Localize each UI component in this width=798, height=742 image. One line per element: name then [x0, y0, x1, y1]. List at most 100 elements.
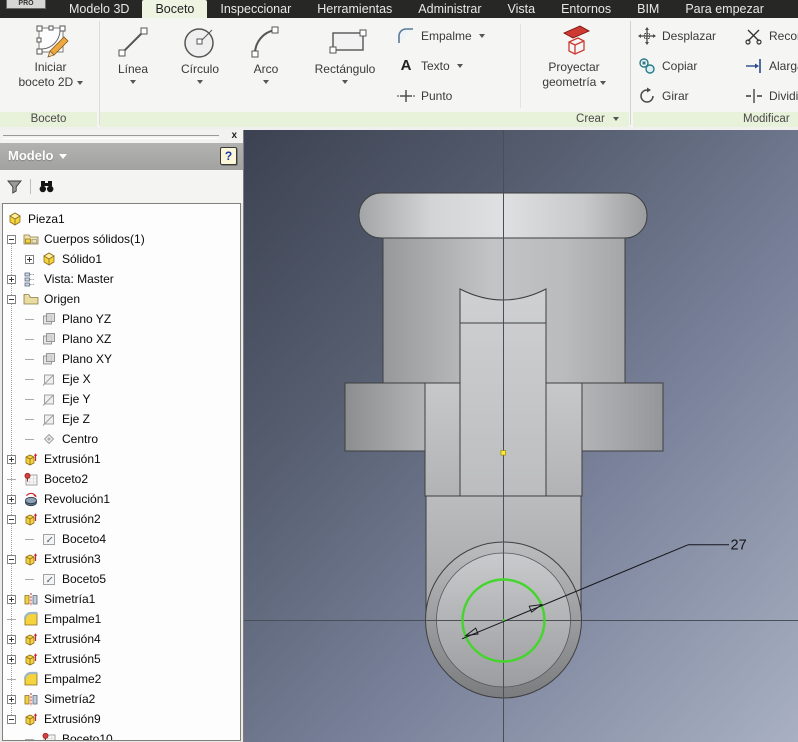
- dropdown-caret-icon[interactable]: [197, 80, 203, 84]
- copy-button[interactable]: Copiar: [637, 52, 697, 80]
- part-right-arm-face[interactable]: [545, 382, 583, 497]
- tree-item[interactable]: Eje Z: [3, 409, 240, 429]
- point-icon: [396, 86, 416, 106]
- tree-item-label: Boceto4: [62, 532, 107, 546]
- collapse-icon[interactable]: [7, 294, 16, 304]
- tree-item[interactable]: Plano XY: [3, 349, 240, 369]
- dimension-text[interactable]: 27: [731, 538, 747, 554]
- tree-item[interactable]: Extrusión3: [3, 549, 240, 569]
- part-left-arm-face[interactable]: [424, 382, 461, 497]
- tree-item[interactable]: Plano XZ: [3, 329, 240, 349]
- tree-item[interactable]: Empalme2: [3, 669, 240, 689]
- start-2d-sketch-button[interactable]: Iniciar boceto 2D: [4, 20, 97, 110]
- tree-item[interactable]: Boceto2: [3, 469, 240, 489]
- start-2d-sketch-icon: [33, 22, 69, 60]
- trim-button[interactable]: Recortar: [744, 22, 798, 50]
- tree-item[interactable]: Boceto5: [3, 569, 240, 589]
- tab-para-empezar[interactable]: Para empezar: [672, 0, 777, 18]
- tab-entornos[interactable]: Entornos: [548, 0, 624, 18]
- dropdown-caret-icon[interactable]: [342, 80, 348, 84]
- tree-item[interactable]: Plano YZ: [3, 309, 240, 329]
- chevron-down-icon[interactable]: [58, 154, 67, 160]
- dropdown-caret-icon[interactable]: [76, 80, 83, 85]
- tab-vista[interactable]: Vista: [495, 0, 549, 18]
- browser-title[interactable]: Modelo: [8, 148, 67, 163]
- branch-tick: [25, 415, 34, 424]
- collapse-icon[interactable]: [7, 554, 16, 564]
- tree-item[interactable]: Extrusión5: [3, 649, 240, 669]
- browser-resize-strip[interactable]: x: [0, 130, 243, 143]
- circle-tool-button[interactable]: Círculo: [169, 20, 231, 110]
- search-binoculars-icon[interactable]: [38, 178, 55, 195]
- tree-item-label: Empalme2: [44, 672, 102, 686]
- tree-item[interactable]: Revolución1: [3, 489, 240, 509]
- expand-icon[interactable]: [7, 594, 16, 604]
- tree-item[interactable]: Centro: [3, 429, 240, 449]
- tree-item-label: Vista: Master: [44, 272, 114, 286]
- collapse-icon[interactable]: [7, 714, 16, 724]
- fillet-sketch-button[interactable]: Empalme: [396, 22, 485, 50]
- expand-icon[interactable]: [7, 274, 16, 284]
- tree-item[interactable]: Origen: [3, 289, 240, 309]
- dropdown-caret-icon[interactable]: [130, 80, 136, 84]
- help-button[interactable]: ?: [220, 147, 237, 165]
- dropdown-caret-icon[interactable]: [456, 64, 463, 68]
- dropdown-caret-icon[interactable]: [599, 80, 606, 85]
- panel-label-crear[interactable]: Crear: [100, 112, 629, 127]
- project-geometry-button[interactable]: Proyectar geometría: [524, 20, 624, 110]
- tree-item[interactable]: Eje Y: [3, 389, 240, 409]
- center-point-icon: [41, 431, 57, 447]
- part-left-flange-face[interactable]: [344, 382, 426, 452]
- dropdown-caret-icon[interactable]: [263, 80, 269, 84]
- tree-item[interactable]: Eje X: [3, 369, 240, 389]
- expand-icon[interactable]: [7, 694, 16, 704]
- tab-bim[interactable]: BIM: [624, 0, 672, 18]
- tab-administrar[interactable]: Administrar: [405, 0, 494, 18]
- viewport-canvas[interactable]: 27: [244, 130, 798, 742]
- rectangle-tool-button[interactable]: Rectángulo: [302, 20, 388, 110]
- tab-inspeccionar[interactable]: Inspeccionar: [207, 0, 304, 18]
- rotate-button[interactable]: Girar: [637, 82, 689, 110]
- line-tool-button[interactable]: Línea: [105, 20, 161, 110]
- filter-icon[interactable]: [6, 178, 23, 195]
- expand-icon[interactable]: [25, 254, 34, 264]
- tree-item[interactable]: Extrusión9: [3, 709, 240, 729]
- tree-item[interactable]: Simetría1: [3, 589, 240, 609]
- expand-icon[interactable]: [7, 634, 16, 644]
- tree-item[interactable]: Extrusión4: [3, 629, 240, 649]
- tree-item[interactable]: Cuerpos sólidos(1): [3, 229, 240, 249]
- tree-item[interactable]: Pieza1: [3, 209, 240, 229]
- text-tool-button[interactable]: A Texto: [396, 52, 463, 80]
- tab-herramientas[interactable]: Herramientas: [304, 0, 405, 18]
- tree-item[interactable]: Boceto10: [3, 729, 240, 740]
- tree-item-label: Origen: [44, 292, 81, 306]
- tree-item[interactable]: Simetría2: [3, 689, 240, 709]
- panel-expand-caret-icon[interactable]: [613, 116, 619, 121]
- work-point[interactable]: [500, 450, 506, 456]
- panel-sizer-handle[interactable]: [3, 135, 219, 139]
- tree-item-label: Extrusión2: [44, 512, 101, 526]
- close-icon[interactable]: x: [231, 130, 237, 142]
- tree-item[interactable]: Vista: Master: [3, 269, 240, 289]
- point-tool-button[interactable]: Punto: [396, 82, 452, 110]
- dropdown-caret-icon[interactable]: [478, 34, 485, 38]
- tab-boceto[interactable]: Boceto: [142, 0, 208, 18]
- tab-modelo-3d[interactable]: Modelo 3D: [56, 0, 142, 18]
- rectangle-icon: [326, 22, 367, 62]
- tree-item[interactable]: Boceto4: [3, 529, 240, 549]
- collapse-icon[interactable]: [7, 514, 16, 524]
- solid-icon: [41, 251, 57, 267]
- tree-item[interactable]: Sólido1: [3, 249, 240, 269]
- arc-tool-button[interactable]: Arco: [238, 20, 294, 110]
- extend-button[interactable]: Alargar: [744, 52, 798, 80]
- split-button[interactable]: Dividir: [744, 82, 798, 110]
- tree-item[interactable]: Extrusión2: [3, 509, 240, 529]
- collapse-icon[interactable]: [7, 234, 16, 244]
- move-button[interactable]: Desplazar: [637, 22, 716, 50]
- tree-item[interactable]: Extrusión1: [3, 449, 240, 469]
- expand-icon[interactable]: [7, 494, 16, 504]
- tree-item[interactable]: Empalme1: [3, 609, 240, 629]
- expand-icon[interactable]: [7, 454, 16, 464]
- part-right-flange-face[interactable]: [581, 382, 664, 452]
- expand-icon[interactable]: [7, 654, 16, 664]
